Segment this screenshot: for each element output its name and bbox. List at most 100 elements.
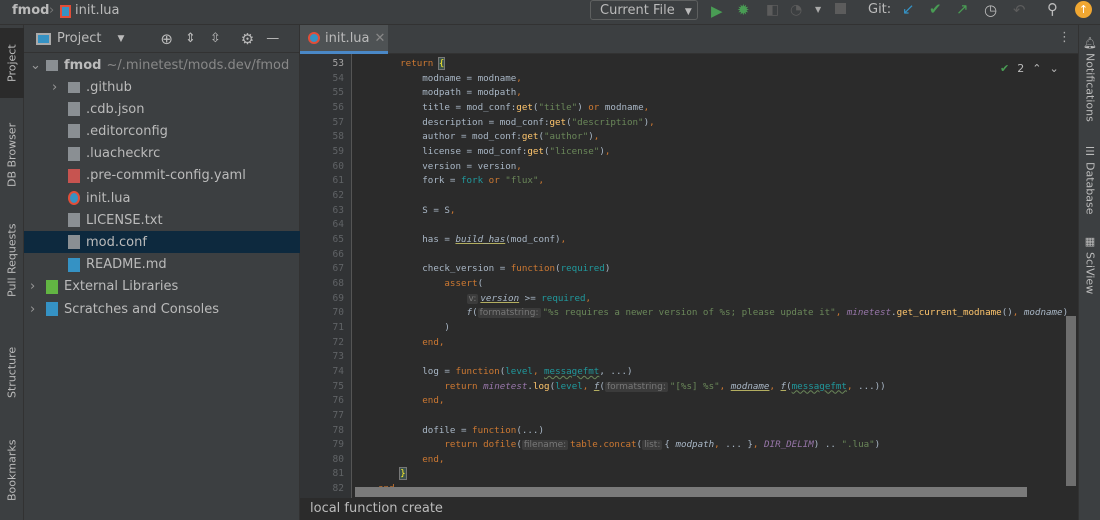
tree-label: fmod — [64, 57, 102, 73]
tree-item[interactable]: LICENSE.txt — [24, 209, 300, 231]
chevron-right-icon[interactable]: › — [52, 80, 68, 95]
code-token: , — [516, 87, 522, 99]
code-token: get — [521, 131, 539, 143]
chevron-right-icon[interactable]: › — [30, 279, 46, 294]
code-token: messagefmt — [544, 365, 600, 377]
line-number: 53 — [332, 58, 344, 69]
parameter-hint: filename: — [521, 440, 569, 451]
code-line: ) — [378, 321, 450, 336]
code-token: check_version = — [378, 263, 511, 275]
more-tabs-icon[interactable]: ⋮ — [1058, 30, 1071, 45]
git-push-icon[interactable]: ↗ — [956, 0, 969, 18]
code-token: assert — [444, 277, 478, 289]
next-highlight-icon[interactable]: ⌄ — [1049, 62, 1058, 75]
code-line: description = mod_conf:get("description"… — [378, 116, 654, 131]
code-token: , — [769, 380, 781, 392]
tree-item[interactable]: › .github — [24, 76, 300, 98]
stop-icon[interactable] — [835, 3, 846, 14]
tree-item[interactable]: .cdb.json — [24, 98, 300, 120]
tool-tab-pull-requests[interactable]: Pull Requests — [0, 210, 24, 310]
tree-item[interactable]: .editorconfig — [24, 120, 300, 142]
code-token: ) — [874, 439, 881, 451]
code-token: "flux" — [505, 175, 539, 187]
code-token: modname — [730, 380, 770, 392]
code-token: { — [437, 57, 446, 70]
code-token: modpath = modpath — [378, 87, 517, 99]
run-icon[interactable]: ▶ — [711, 2, 723, 20]
git-update-icon[interactable]: ↙ — [902, 0, 915, 18]
line-number: 64 — [332, 219, 344, 231]
code-token: table.concat — [570, 439, 637, 451]
run-config-select[interactable]: Current File ▼ — [590, 0, 698, 20]
project-view-select[interactable]: Project — [57, 31, 101, 46]
history-icon[interactable]: ◷ — [984, 1, 997, 19]
tree-item[interactable]: .luacheckrc — [24, 143, 300, 165]
tool-tab-db-browser[interactable]: DB Browser — [0, 110, 24, 200]
code-token: , — [846, 380, 859, 392]
horizontal-scrollbar[interactable] — [355, 487, 1027, 497]
breadcrumb-file[interactable]: init.lua — [75, 3, 120, 18]
tool-tab-database[interactable]: ☰ Database — [1079, 145, 1100, 225]
line-number: 76 — [332, 395, 344, 407]
profile-icon[interactable]: ◔ — [790, 2, 802, 18]
git-commit-icon[interactable]: ✔ — [929, 0, 942, 18]
debug-icon[interactable]: ✹ — [737, 1, 750, 19]
tool-tab-structure[interactable]: Structure — [0, 335, 24, 410]
update-icon[interactable]: ↑ — [1075, 1, 1092, 18]
search-icon[interactable]: ⚲ — [1047, 0, 1058, 18]
run-config-label: Current File — [600, 3, 675, 18]
tree-label: Scratches and Consoles — [64, 301, 220, 317]
code-editor[interactable]: 53 54 55 56 57 58 59 60 61 62 63 64 65 66 67 68 69 70 71 72… — [300, 54, 1078, 498]
tree-root-fmod[interactable]: ⌄ fmod ~/.minetest/mods.dev/fmod — [24, 54, 300, 76]
vertical-scrollbar[interactable] — [1066, 316, 1076, 486]
gear-icon[interactable]: ⚙ — [241, 30, 254, 48]
expand-all-icon[interactable]: ⇕ — [185, 31, 196, 46]
tool-tab-label: Project — [5, 44, 19, 82]
tree-item[interactable]: init.lua — [24, 187, 300, 209]
text-icon — [68, 213, 80, 228]
tool-tab-notifications[interactable]: 🔔︎ Notifications — [1079, 35, 1100, 135]
chevron-right-icon[interactable]: › — [30, 302, 46, 317]
tree-item[interactable]: › External Libraries — [24, 276, 300, 298]
line-number: 70 — [332, 307, 344, 319]
code-token: S = S — [378, 204, 450, 216]
more-run-icon[interactable]: ▼ — [815, 5, 821, 14]
tool-tab-project[interactable]: Project — [0, 28, 24, 98]
hide-icon[interactable]: — — [266, 31, 279, 46]
coverage-icon[interactable]: ◧ — [766, 2, 779, 18]
parameter-hint: v: — [466, 293, 479, 304]
collapse-all-icon[interactable]: ⇳ — [210, 31, 221, 46]
previous-highlight-icon[interactable]: ⌃ — [1032, 62, 1041, 75]
line-number: 61 — [332, 175, 344, 187]
tab-init-lua[interactable]: init.lua ✕ — [300, 25, 388, 54]
code-token: level — [505, 365, 533, 377]
rollback-icon[interactable]: ↶ — [1013, 1, 1026, 19]
code-token: , — [643, 101, 650, 113]
project-panel-header: Project ▼ ⊕ ⇕ ⇳ ⚙ — — [24, 25, 299, 53]
code-token: version = version — [378, 160, 517, 172]
breadcrumb-project[interactable]: fmod — [12, 3, 49, 18]
tree-item[interactable]: README.md — [24, 254, 300, 276]
inspection-widget[interactable]: ✔ 2 ⌃ ⌄ — [1000, 58, 1075, 78]
right-tool-strip: 🔔︎ Notifications ☰ Database ▦ SciView — [1078, 25, 1100, 520]
code-token: level — [555, 380, 583, 392]
code-token: ) .. — [813, 439, 842, 451]
tree-item[interactable]: .pre-commit-config.yaml — [24, 165, 300, 187]
editor-tab-bar: init.lua ✕ ⋮ — [300, 25, 1078, 54]
code-token: dofile — [483, 439, 517, 451]
tool-tab-label: Database — [1083, 162, 1097, 215]
tool-tab-bookmarks[interactable]: Bookmarks — [0, 425, 24, 515]
tree-item[interactable]: › Scratches and Consoles — [24, 298, 300, 320]
tree-item[interactable]: mod.conf — [24, 231, 300, 254]
code-token: end — [422, 395, 439, 407]
locate-icon[interactable]: ⊕ — [160, 30, 173, 48]
code-token: description = mod_conf: — [378, 116, 550, 128]
close-icon[interactable]: ✕ — [375, 31, 386, 46]
tool-tab-sciview[interactable]: ▦ SciView — [1079, 235, 1100, 295]
chevron-down-icon[interactable]: ▼ — [117, 34, 124, 44]
code-token: log — [532, 380, 550, 392]
code-token: minetest — [846, 307, 892, 319]
json-icon — [68, 102, 80, 117]
code-line: version = version, — [378, 160, 522, 175]
